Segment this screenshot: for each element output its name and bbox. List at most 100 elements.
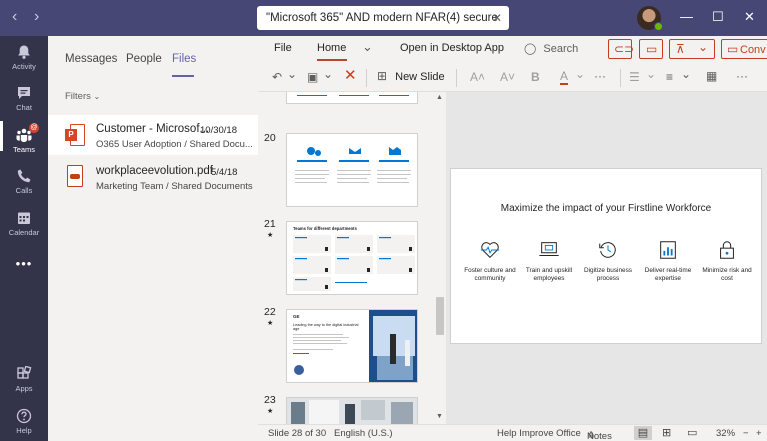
calendar-icon — [18, 212, 30, 224]
comment-icon: ▭ — [646, 42, 658, 56]
file-date: 10/30/18 — [200, 125, 237, 136]
forward-arrow-icon[interactable]: › — [34, 9, 39, 25]
normal-view-icon[interactable]: ▤ — [634, 426, 652, 440]
clear-search-icon[interactable]: ✕ — [492, 6, 502, 30]
language-indicator[interactable]: English (U.S.) — [334, 428, 393, 439]
chevron-down-icon[interactable]: ⌄ — [287, 67, 297, 81]
feature-label: Deliver real-time expertise — [644, 267, 692, 282]
chevron-down-icon[interactable]: ⌄ — [323, 67, 333, 81]
slide-thumbnail[interactable] — [286, 133, 418, 207]
scroll-up-icon[interactable]: ▲ — [436, 94, 443, 101]
rail-item-teams[interactable]: @ Teams — [0, 121, 48, 154]
rail-item-activity[interactable]: Activity — [0, 44, 48, 71]
back-arrow-icon[interactable]: ‹ — [12, 9, 17, 25]
chevron-down-icon: ⌄ — [93, 92, 101, 101]
increase-font-size-icon[interactable]: A˄ — [470, 70, 485, 84]
align-icon[interactable]: ≡ — [666, 70, 673, 84]
conversation-icon: ▭ — [727, 42, 739, 56]
zoom-level[interactable]: 32% — [716, 428, 735, 439]
more-apps-icon[interactable]: ••• — [0, 256, 48, 271]
bold-icon[interactable]: B — [531, 70, 540, 84]
scroll-down-icon[interactable]: ▼ — [436, 413, 443, 420]
help-improve-office-link[interactable]: Help Improve Office — [497, 428, 581, 439]
rail-label-apps: Apps — [15, 384, 33, 393]
mention-badge: @ — [29, 123, 39, 133]
comment-button[interactable]: ▭ — [639, 39, 663, 59]
share-link-button[interactable]: ⊂⊃ — [608, 39, 634, 59]
conversation-button[interactable]: ▭ Conv — [721, 39, 767, 59]
avatar[interactable] — [637, 6, 663, 31]
file-item-customer[interactable]: P Customer - Microsof... 10/30/18 O365 U… — [48, 115, 258, 155]
new-slide-icon: ⊞ — [377, 69, 388, 83]
reading-view-icon[interactable]: ▭ — [687, 426, 697, 439]
slide-21-preview — [293, 235, 415, 291]
slide-counter: Slide 28 of 30 — [268, 428, 327, 439]
paste-icon[interactable]: ▣ — [307, 70, 318, 84]
undo-icon[interactable]: ↶ — [272, 70, 282, 84]
font-color-icon[interactable]: A — [560, 69, 569, 85]
feature-digitize: Digitize business process — [577, 239, 639, 282]
history-icon — [599, 242, 616, 258]
search-label: Search — [543, 43, 579, 55]
tab-files[interactable]: Files — [172, 53, 196, 65]
zoom-in-icon[interactable]: + — [756, 428, 762, 439]
bullets-icon[interactable]: ☰ — [629, 70, 640, 84]
close-icon[interactable]: ✕ — [744, 9, 755, 25]
scrollbar-thumb[interactable] — [436, 297, 444, 335]
ribbon-collapse-icon[interactable]: ⌄ — [362, 39, 373, 55]
thumbnails-scrollbar[interactable]: ▲ ▼ — [434, 92, 446, 424]
minimize-icon[interactable]: — — [680, 9, 693, 25]
search-input[interactable]: "Microsoft 365" AND modern NFAR(4) secur… — [257, 6, 509, 30]
rail-item-help[interactable]: Help — [0, 408, 48, 435]
rail-item-apps[interactable]: Apps — [0, 366, 48, 393]
ribbon: File Home ⌄ Open in Desktop App ◯ Search… — [258, 36, 767, 92]
maximize-icon[interactable]: ☐ — [712, 9, 724, 25]
zoom-out-icon[interactable]: − — [743, 428, 749, 439]
tab-messages[interactable]: Messages — [65, 53, 117, 65]
slide-thumbnail[interactable]: GE Leading the way to the digital indust… — [286, 309, 418, 383]
chevron-down-icon[interactable]: ⌄ — [681, 67, 691, 81]
tab-people[interactable]: People — [126, 53, 162, 65]
feature-label: Train and upskill employees — [525, 267, 573, 282]
feature-deliver-expertise: Deliver real-time expertise — [637, 239, 699, 282]
search-query: "Microsoft 365" AND modern NFAR(4) secur… — [266, 12, 498, 24]
tab-file[interactable]: File — [274, 42, 292, 54]
chevron-down-icon[interactable]: ⌄ — [646, 67, 656, 81]
more-options-icon[interactable]: ··· — [736, 69, 748, 83]
slide-20-preview — [295, 147, 411, 183]
new-slide-button[interactable]: ⊞ New Slide — [377, 69, 445, 83]
more-glyph: ••• — [15, 256, 33, 271]
slide-number: 22 — [264, 306, 276, 318]
rail-label-help: Help — [16, 426, 32, 435]
feature-minimize-risk: Minimize risk and cost — [696, 239, 758, 282]
slide-thumbnail[interactable] — [286, 397, 418, 424]
file-item-workplace[interactable]: workplaceevolution.pdf 5/4/18 Marketing … — [48, 157, 258, 197]
rail-item-calls[interactable]: Calls — [0, 168, 48, 195]
laptop-icon — [539, 242, 559, 257]
current-slide[interactable]: Maximize the impact of your Firstline Wo… — [450, 168, 762, 344]
slide-thumbnail[interactable]: Teams for different departments — [286, 221, 418, 295]
rail-item-calendar[interactable]: Calendar — [0, 210, 48, 237]
chat-icon — [18, 87, 30, 99]
bell-icon — [18, 45, 30, 59]
designer-icon[interactable]: ▦ — [706, 69, 717, 83]
rail-item-chat[interactable]: Chat — [0, 85, 48, 112]
title-bar: ‹ › "Microsoft 365" AND modern NFAR(4) s… — [0, 0, 767, 36]
slide-thumbnail[interactable] — [286, 92, 418, 104]
chevron-down-icon[interactable]: ⌄ — [575, 67, 585, 81]
rail-label-calls: Calls — [15, 186, 33, 195]
more-options-icon[interactable]: ··· — [594, 69, 606, 83]
tab-home[interactable]: Home — [317, 42, 346, 54]
decrease-font-size-icon[interactable]: A˅ — [500, 70, 515, 84]
open-in-desktop-app-button[interactable]: Open in Desktop App — [400, 42, 504, 54]
feature-foster-culture: Foster culture and community — [459, 239, 521, 282]
slide-number: 20 — [264, 132, 276, 144]
new-slide-label: New Slide — [395, 71, 445, 83]
slide-sorter-icon[interactable]: ⊞ — [662, 426, 671, 439]
filters-button[interactable]: Filters ⌄ — [65, 91, 100, 102]
cut-icon[interactable]: ✕ — [344, 68, 357, 83]
present-button[interactable]: ⊼ ⌄ — [669, 39, 715, 59]
tell-me-search[interactable]: ◯ Search — [524, 42, 578, 55]
apps-icon — [17, 366, 32, 379]
rail-label-teams: Teams — [12, 145, 36, 154]
